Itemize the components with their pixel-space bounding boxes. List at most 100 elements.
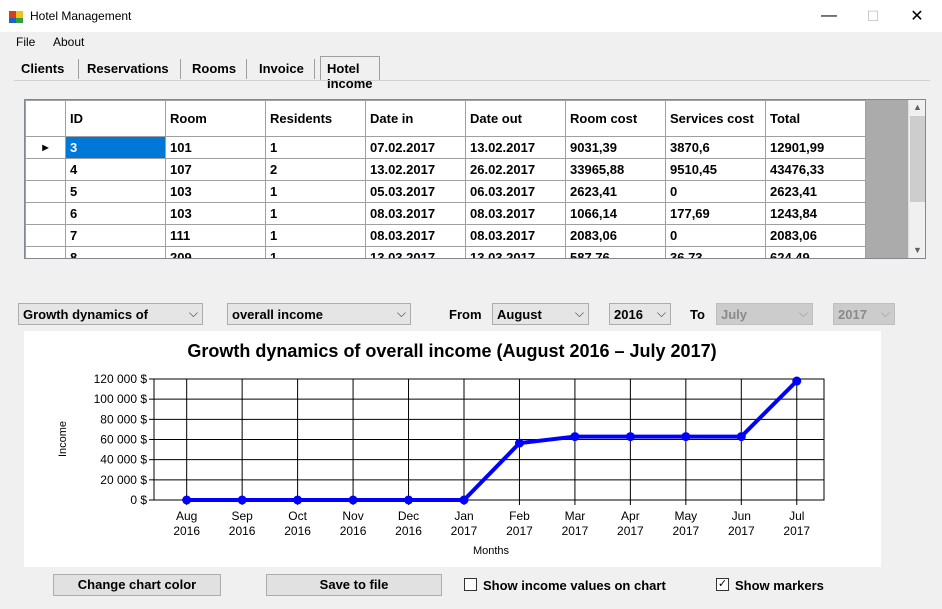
table-cell[interactable]: 0 bbox=[665, 180, 766, 203]
tab-clients[interactable]: Clients bbox=[15, 57, 70, 81]
table-cell[interactable]: 13.02.2017 bbox=[365, 158, 466, 181]
metric-type-select[interactable]: Growth dynamics of ⌵ bbox=[18, 303, 203, 325]
table-cell[interactable]: 05.03.2017 bbox=[365, 180, 466, 203]
scroll-thumb[interactable] bbox=[910, 116, 925, 202]
menu-about[interactable]: About bbox=[53, 35, 84, 49]
x-tick-label: 2017 bbox=[783, 524, 810, 538]
column-header-services-cost[interactable]: Services cost bbox=[665, 100, 766, 137]
table-cell[interactable]: 209 bbox=[165, 246, 266, 258]
column-header-id[interactable]: ID bbox=[65, 100, 166, 137]
chart-svg: Growth dynamics of overall income (Augus… bbox=[57, 341, 825, 557]
table-cell[interactable]: 2623,41 bbox=[565, 180, 666, 203]
table-cell[interactable]: 101 bbox=[165, 136, 266, 159]
table-cell[interactable]: 6 bbox=[65, 202, 166, 225]
metric-value-text: overall income bbox=[232, 307, 324, 322]
table-cell[interactable]: 1 bbox=[265, 246, 366, 258]
minimize-button[interactable]: — bbox=[806, 0, 852, 32]
table-cell[interactable]: 06.03.2017 bbox=[465, 180, 566, 203]
column-header-room[interactable]: Room bbox=[165, 100, 266, 137]
table-cell[interactable]: 08.03.2017 bbox=[365, 202, 466, 225]
show-values-checkbox[interactable] bbox=[464, 578, 477, 591]
table-row[interactable]: 6 103 1 08.03.2017 08.03.2017 1066,14 177,69 12… bbox=[25, 202, 866, 225]
column-header-residents[interactable]: Residents bbox=[265, 100, 366, 137]
table-cell[interactable]: 3 bbox=[65, 136, 166, 159]
table-row[interactable]: 8 209 1 13.03.2017 13.03.2017 587,76 36,73 624,… bbox=[25, 246, 866, 258]
table-cell[interactable]: 2083,06 bbox=[565, 224, 666, 247]
save-to-file-button[interactable]: Save to file bbox=[266, 574, 442, 596]
row-header[interactable] bbox=[25, 158, 66, 181]
maximize-button[interactable]: ☐ bbox=[850, 0, 896, 32]
table-cell[interactable]: 2 bbox=[265, 158, 366, 181]
table-cell[interactable]: 1243,84 bbox=[765, 202, 866, 225]
x-tick-label: 2016 bbox=[173, 524, 200, 538]
table-cell[interactable]: 5 bbox=[65, 180, 166, 203]
scroll-up-arrow-icon[interactable]: ▲ bbox=[909, 100, 925, 115]
table-cell[interactable]: 08.03.2017 bbox=[465, 224, 566, 247]
table-cell[interactable]: 9510,45 bbox=[665, 158, 766, 181]
table-cell[interactable]: 13.03.2017 bbox=[365, 246, 466, 258]
table-cell[interactable]: 36,73 bbox=[665, 246, 766, 258]
x-tick-label: 2016 bbox=[229, 524, 256, 538]
table-cell[interactable]: 12901,99 bbox=[765, 136, 866, 159]
row-header[interactable] bbox=[25, 224, 66, 247]
table-cell[interactable]: 08.03.2017 bbox=[465, 202, 566, 225]
column-header-total[interactable]: Total bbox=[765, 100, 866, 137]
from-month-select[interactable]: August ⌵ bbox=[492, 303, 589, 325]
current-row-arrow-icon[interactable]: ▶ bbox=[25, 136, 66, 159]
scroll-down-arrow-icon[interactable]: ▼ bbox=[909, 243, 925, 258]
table-cell[interactable]: 1 bbox=[265, 180, 366, 203]
grid-vertical-scrollbar[interactable]: ▲ ▼ bbox=[908, 100, 925, 258]
metric-value-select[interactable]: overall income ⌵ bbox=[227, 303, 411, 325]
table-row[interactable]: 5 103 1 05.03.2017 06.03.2017 2623,41 0 2623,41 bbox=[25, 180, 866, 203]
table-cell[interactable]: 13.03.2017 bbox=[465, 246, 566, 258]
table-cell[interactable]: 8 bbox=[65, 246, 166, 258]
table-cell[interactable]: 587,76 bbox=[565, 246, 666, 258]
table-cell[interactable]: 7 bbox=[65, 224, 166, 247]
tab-hotel-income[interactable]: Hotel Income bbox=[320, 56, 380, 91]
table-cell[interactable]: 0 bbox=[665, 224, 766, 247]
column-header-room-cost[interactable]: Room cost bbox=[565, 100, 666, 137]
income-data-grid[interactable]: ID Room Residents Date in Date out Room … bbox=[24, 99, 926, 259]
table-cell[interactable]: 08.03.2017 bbox=[365, 224, 466, 247]
show-values-label[interactable]: Show income values on chart bbox=[483, 578, 666, 593]
tab-reservations[interactable]: Reservations bbox=[81, 57, 175, 81]
row-header[interactable] bbox=[25, 202, 66, 225]
tab-rooms[interactable]: Rooms bbox=[186, 57, 242, 81]
table-cell[interactable]: 624,49 bbox=[765, 246, 866, 258]
table-cell[interactable]: 9031,39 bbox=[565, 136, 666, 159]
table-cell[interactable]: 103 bbox=[165, 202, 266, 225]
column-header-date-in[interactable]: Date in bbox=[365, 100, 466, 137]
table-cell[interactable]: 07.02.2017 bbox=[365, 136, 466, 159]
table-cell[interactable]: 43476,33 bbox=[765, 158, 866, 181]
row-header[interactable] bbox=[25, 246, 66, 258]
table-cell[interactable]: 4 bbox=[65, 158, 166, 181]
table-cell[interactable]: 1 bbox=[265, 202, 366, 225]
table-cell[interactable]: 2623,41 bbox=[765, 180, 866, 203]
show-markers-checkbox[interactable]: ✓ bbox=[716, 578, 729, 591]
close-button[interactable]: ✕ bbox=[894, 0, 940, 32]
table-cell[interactable]: 1 bbox=[265, 136, 366, 159]
tab-invoice[interactable]: Invoice bbox=[253, 57, 310, 81]
table-cell[interactable]: 107 bbox=[165, 158, 266, 181]
table-cell[interactable]: 1 bbox=[265, 224, 366, 247]
menu-file[interactable]: File bbox=[16, 35, 35, 49]
table-cell[interactable]: 13.02.2017 bbox=[465, 136, 566, 159]
table-cell[interactable]: 2083,06 bbox=[765, 224, 866, 247]
table-cell[interactable]: 3870,6 bbox=[665, 136, 766, 159]
tab-separator bbox=[314, 59, 315, 79]
table-cell[interactable]: 1066,14 bbox=[565, 202, 666, 225]
table-row[interactable]: 7 111 1 08.03.2017 08.03.2017 2083,06 0 2083,06 bbox=[25, 224, 866, 247]
table-cell[interactable]: 177,69 bbox=[665, 202, 766, 225]
table-row[interactable]: ▶ 3 101 1 07.02.2017 13.02.2017 9031,39 3870,6 1… bbox=[25, 136, 866, 159]
table-row[interactable]: 4 107 2 13.02.2017 26.02.2017 33965,88 9510,45… bbox=[25, 158, 866, 181]
table-cell[interactable]: 103 bbox=[165, 180, 266, 203]
row-header[interactable] bbox=[25, 180, 66, 203]
show-markers-label[interactable]: Show markers bbox=[735, 578, 824, 593]
from-year-select[interactable]: 2016 ⌵ bbox=[609, 303, 671, 325]
table-cell[interactable]: 26.02.2017 bbox=[465, 158, 566, 181]
table-cell[interactable]: 33965,88 bbox=[565, 158, 666, 181]
change-chart-color-button[interactable]: Change chart color bbox=[53, 574, 221, 596]
table-cell[interactable]: 111 bbox=[165, 224, 266, 247]
x-tick-label: 2017 bbox=[617, 524, 644, 538]
column-header-date-out[interactable]: Date out bbox=[465, 100, 566, 137]
